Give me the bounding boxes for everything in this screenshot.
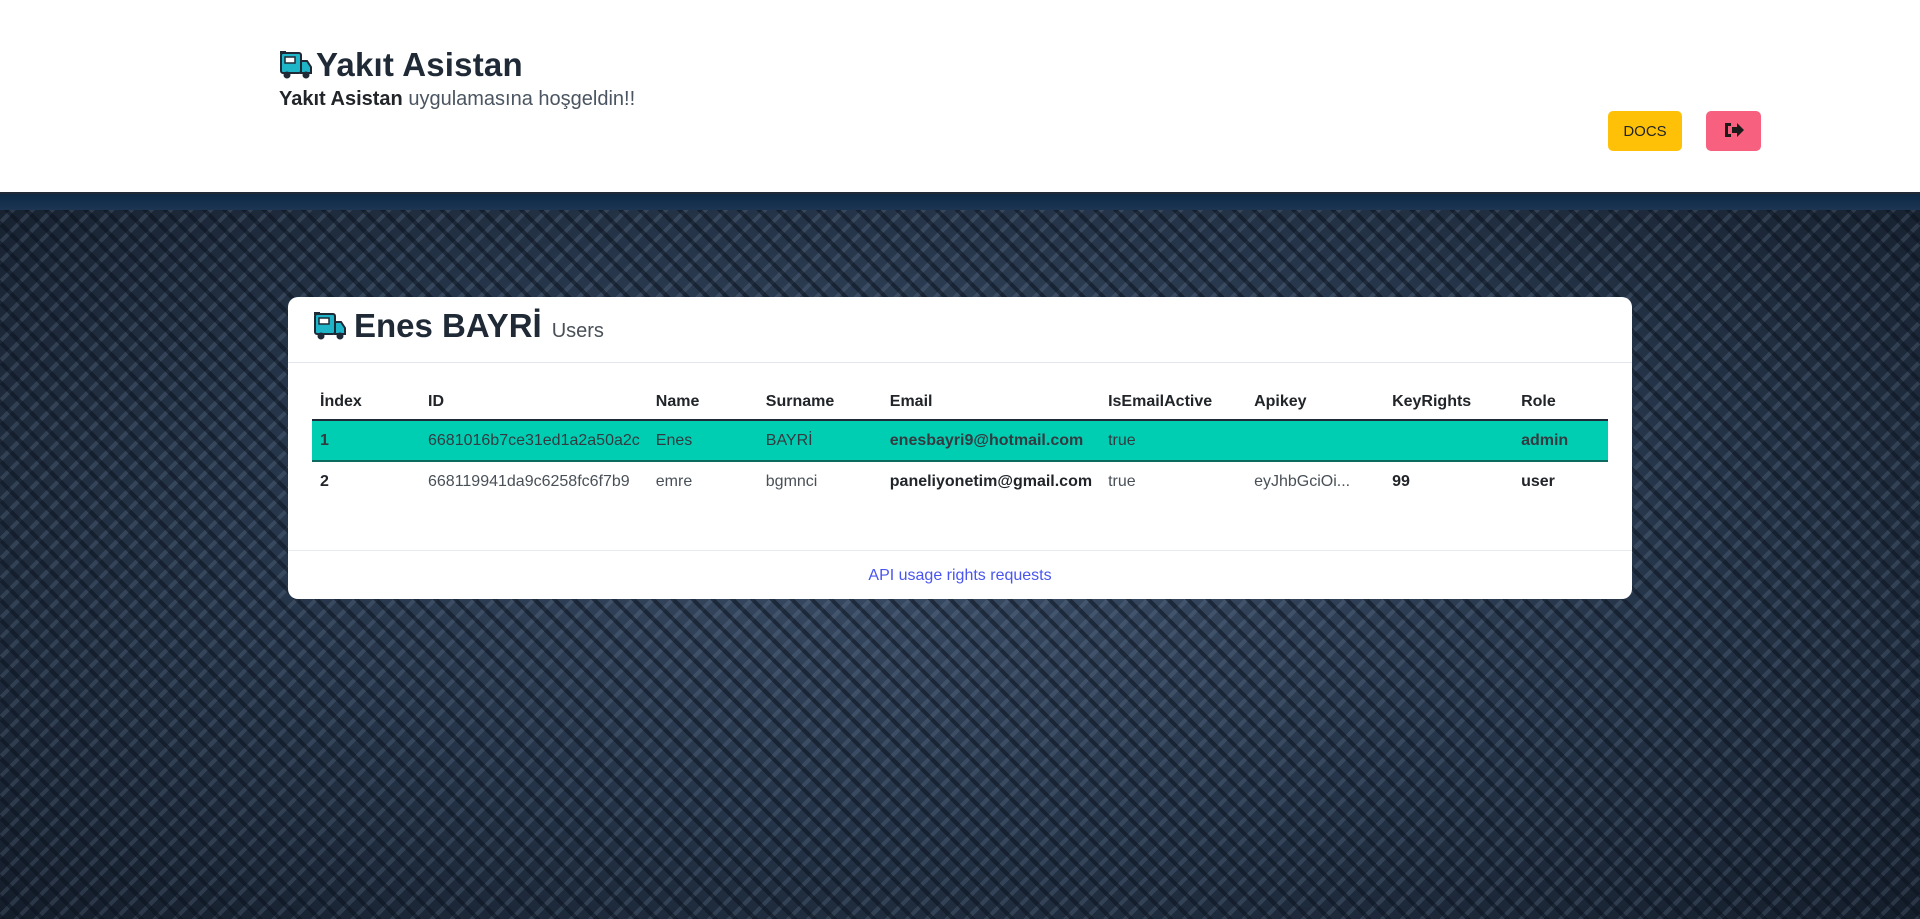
column-header-key-rights: KeyRights (1384, 385, 1514, 421)
brand: Yakıt Asistan (278, 46, 523, 84)
cell-index: 2 (320, 472, 329, 490)
card-footer: API usage rights requests (288, 550, 1632, 599)
cell-role: user (1521, 472, 1555, 490)
api-usage-rights-link[interactable]: API usage rights requests (868, 567, 1051, 585)
column-header-surname: Surname (757, 385, 882, 421)
cell-apikey: eyJhbGciOi... (1254, 472, 1351, 490)
column-header-is-email-active: IsEmailActive (1100, 385, 1247, 421)
cell-surname: bgmnci (765, 472, 818, 490)
background-top-strip (0, 194, 1920, 210)
table-row[interactable]: 2 668119941da9c6258fc6f7b9 emre bgmnci p… (312, 461, 1608, 501)
cell-index: 1 (312, 420, 420, 462)
column-header-index: İndex (312, 385, 420, 421)
cell-name: Enes (647, 420, 758, 462)
fuel-truck-icon (278, 49, 314, 81)
welcome-message: uygulamasına hoşgeldin!! (402, 88, 636, 110)
column-header-role: Role (1513, 385, 1608, 421)
welcome-app-name: Yakıt Asistan (279, 88, 403, 110)
cell-email: enesbayri9@hotmail.com (881, 420, 1101, 462)
docs-button[interactable]: DOCS (1608, 111, 1682, 151)
table-header-row: İndex ID Name Surname Email IsEmailActiv… (312, 385, 1608, 421)
users-card: Enes BAYRİ Users İndex ID Name Surname E… (288, 297, 1632, 599)
cell-name: emre (655, 472, 693, 490)
cell-email: paneliyonetim@gmail.com (889, 472, 1093, 490)
app-header: Yakıt Asistan Yakıt Asistan uygulamasına… (0, 0, 1920, 194)
cell-key-rights: 99 (1392, 472, 1410, 490)
sign-out-icon (1723, 120, 1745, 143)
column-header-id: ID (420, 385, 648, 421)
fuel-truck-icon (312, 310, 348, 342)
welcome-text: Yakıt Asistan uygulamasına hoşgeldin!! (279, 88, 635, 111)
card-title: Enes BAYRİ (354, 307, 542, 344)
cell-key-rights (1384, 420, 1514, 462)
cell-is-email-active: true (1100, 420, 1247, 462)
table-row[interactable]: 1 6681016b7ce31ed1a2a50a2c Enes BAYRİ en… (312, 420, 1608, 462)
logout-button[interactable] (1706, 111, 1761, 151)
card-title-wrap: Enes BAYRİ Users (312, 307, 604, 345)
card-header: Enes BAYRİ Users (288, 297, 1632, 363)
cell-is-email-active: true (1108, 472, 1136, 490)
cell-id: 6681016b7ce31ed1a2a50a2c (420, 420, 648, 462)
card-subtitle: Users (551, 320, 604, 342)
users-table: İndex ID Name Surname Email IsEmailActiv… (312, 385, 1608, 501)
cell-apikey (1246, 420, 1385, 462)
column-header-apikey: Apikey (1246, 385, 1385, 421)
cell-id: 668119941da9c6258fc6f7b9 (428, 472, 630, 490)
cell-surname: BAYRİ (757, 420, 882, 462)
column-header-name: Name (647, 385, 758, 421)
cell-role: admin (1513, 420, 1608, 462)
column-header-email: Email (881, 385, 1101, 421)
app-title: Yakıt Asistan (316, 46, 523, 83)
